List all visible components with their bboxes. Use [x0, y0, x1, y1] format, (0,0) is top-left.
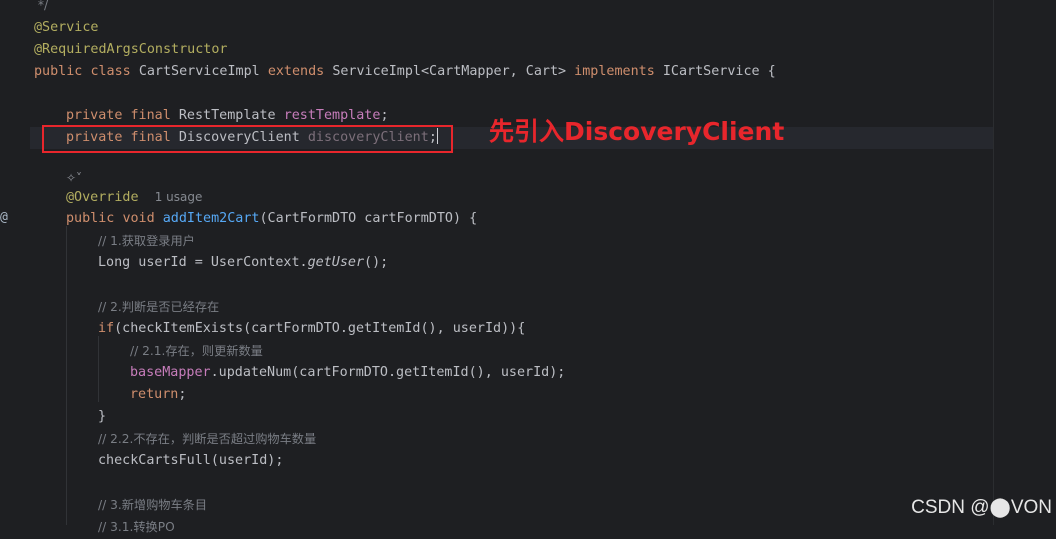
- code-line-service: @Service: [34, 20, 99, 35]
- code-line-comment-1: // 1.获取登录用户: [98, 234, 195, 248]
- code-line-comment-3-1: // 3.1.转换PO: [98, 520, 175, 534]
- code-line-close-brace: }: [98, 409, 107, 424]
- code-line-required-args: @RequiredArgsConstructor: [34, 42, 228, 57]
- code-line-comment-3: // 3.新增购物车条目: [98, 498, 208, 512]
- highlight-box: [42, 125, 453, 153]
- code-line-comment-2-2: // 2.2.不存在，判断是否超过购物车数量: [98, 432, 317, 446]
- code-line-update-num: baseMapper.updateNum(cartFormDTO.getItem…: [130, 365, 566, 380]
- usage-hint[interactable]: 1 usage: [155, 190, 203, 204]
- code-line-check-carts: checkCartsFull(userId);: [98, 453, 284, 468]
- indent-guide: [66, 226, 67, 525]
- code-line-class-decl: public class CartServiceImpl extends Ser…: [34, 64, 776, 79]
- code-line-get-user: Long userId = UserContext.getUser();: [98, 255, 389, 270]
- indent-guide: [98, 336, 99, 402]
- sparkle-icon[interactable]: ✧˅: [66, 170, 82, 186]
- callout-annotation: 先引入DiscoveryClient: [489, 117, 785, 146]
- code-line-return: return;: [130, 387, 187, 402]
- code-line-method-decl: public void addItem2Cart(CartFormDTO car…: [66, 211, 478, 226]
- code-line-override: @Override 1 usage: [66, 190, 203, 205]
- code-line-if: if(checkItemExists(cartFormDTO.getItemId…: [98, 321, 526, 336]
- code-line-comment-2-1: // 2.1.存在，则更新数量: [130, 344, 263, 358]
- code-line-comment-2: // 2.判断是否已经存在: [98, 300, 220, 314]
- watermark: CSDN @⬤VON: [911, 497, 1052, 518]
- code-editor[interactable]: */ @Service @RequiredArgsConstructor pub…: [0, 0, 1056, 534]
- code-line-0: */: [34, 0, 49, 12]
- code-line-rest-template: private final RestTemplate restTemplate;: [66, 108, 389, 123]
